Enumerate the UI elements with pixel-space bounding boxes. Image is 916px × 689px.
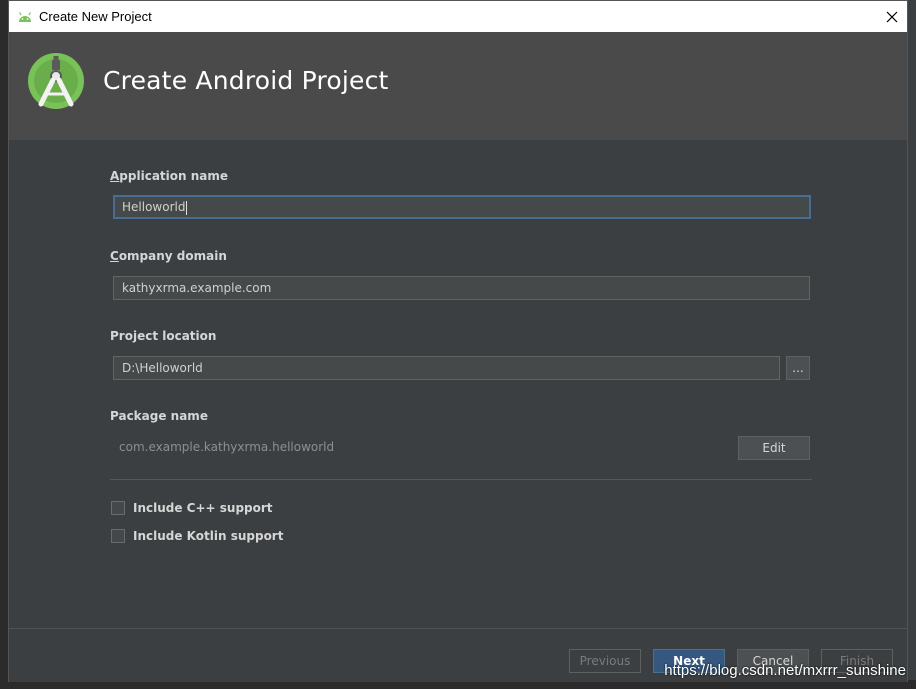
kotlin-support-checkbox[interactable]	[111, 529, 125, 543]
form-content: Application name Helloworld Company doma…	[9, 140, 907, 628]
previous-button[interactable]: Previous	[569, 649, 641, 673]
cpp-support-label: Include C++ support	[133, 501, 273, 515]
package-name-label: Package name	[110, 409, 208, 423]
close-button[interactable]	[877, 1, 907, 32]
create-project-dialog: Create New Project Create Android Projec…	[8, 0, 908, 682]
title-bar: Create New Project	[9, 1, 907, 32]
ide-background-left	[0, 0, 8, 689]
edit-package-button[interactable]: Edit	[738, 436, 810, 460]
company-domain-label: Company domain	[110, 249, 227, 263]
android-icon	[18, 11, 32, 22]
project-location-label: Project location	[110, 329, 217, 343]
package-name-value: com.example.kathyxrma.helloworld	[119, 440, 335, 454]
section-divider	[110, 479, 812, 480]
text-caret	[186, 200, 188, 215]
cpp-support-option[interactable]: Include C++ support	[111, 501, 273, 515]
header-banner: Create Android Project	[9, 32, 907, 140]
company-domain-input[interactable]: kathyxrma.example.com	[113, 276, 810, 300]
page-heading: Create Android Project	[103, 66, 389, 95]
kotlin-support-label: Include Kotlin support	[133, 529, 284, 543]
application-name-label: Application name	[110, 169, 229, 183]
watermark-text: https://blog.csdn.net/mxrrr_sunshine	[664, 662, 906, 679]
project-location-input[interactable]: D:\Helloworld	[113, 356, 780, 380]
cpp-support-checkbox[interactable]	[111, 501, 125, 515]
browse-location-button[interactable]: ...	[786, 356, 810, 380]
kotlin-support-option[interactable]: Include Kotlin support	[111, 529, 283, 543]
ide-background-right	[908, 0, 916, 689]
application-name-input[interactable]: Helloworld	[113, 195, 811, 219]
android-studio-logo-icon	[28, 53, 84, 109]
window-title: Create New Project	[39, 9, 152, 24]
close-icon	[886, 11, 898, 22]
